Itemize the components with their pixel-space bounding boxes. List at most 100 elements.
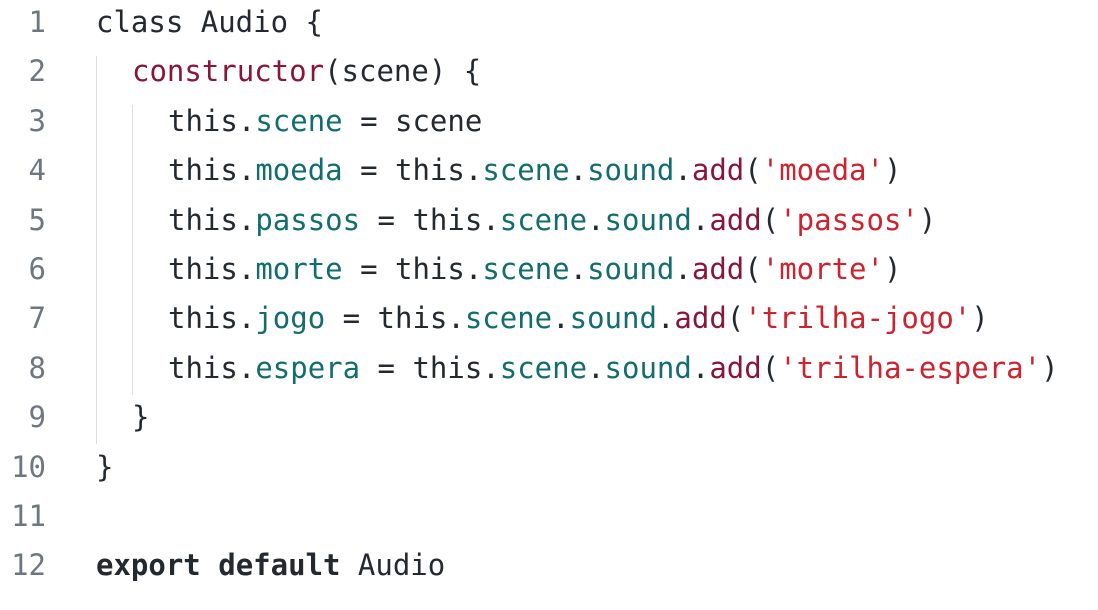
code-token-prop: scene <box>255 103 343 138</box>
line-number: 12 <box>11 548 46 583</box>
code-token-prop: morte <box>255 252 343 286</box>
code-token-plain: ( <box>744 252 762 286</box>
code-token-plain: ( <box>761 202 780 237</box>
code-token-plain: . <box>587 202 605 237</box>
code-token-prop: scene <box>464 301 553 336</box>
code-text: } <box>132 393 149 442</box>
code-token-plain: this. <box>168 350 256 385</box>
code-line[interactable]: 9} <box>0 393 1098 442</box>
code-token-meth: add <box>691 153 745 188</box>
code-text: class Audio { <box>96 0 323 47</box>
code-token-plain: . <box>691 350 710 385</box>
code-token-plain: class Audio { <box>96 5 323 39</box>
code-token-plain: = this. <box>342 153 483 188</box>
line-number: 7 <box>28 301 46 336</box>
code-token-plain: ) <box>1041 350 1059 385</box>
code-token-plain: ) <box>883 153 902 188</box>
code-token-prop: scene <box>482 252 570 286</box>
code-text: this.morte = this.scene.sound.add('morte… <box>168 245 901 294</box>
code-text: constructor(scene) { <box>132 47 481 96</box>
code-token-plain: ( <box>744 153 762 188</box>
line-number: 10 <box>11 449 46 484</box>
code-token-plain: this. <box>168 301 256 336</box>
code-token-plain: . <box>674 153 692 188</box>
code-token-prop: scene <box>482 153 570 188</box>
code-line[interactable]: 2 constructor(scene) { <box>0 47 1098 96</box>
code-token-plain: ) <box>918 202 937 237</box>
code-token-ctor: constructor <box>132 54 325 89</box>
code-token-plain: = this. <box>360 350 500 385</box>
code-token-plain: = this. <box>342 252 483 286</box>
code-line[interactable]: 3 this.scene = scene <box>0 97 1098 146</box>
code-line[interactable]: 1 class Audio { <box>0 0 1098 47</box>
code-token-plain: . <box>691 202 710 237</box>
code-token-plain: = this. <box>325 301 465 336</box>
code-token-plain: } <box>132 400 150 435</box>
code-line[interactable]: 5 this.passos = this.scene.sound.add('pas… <box>0 196 1098 245</box>
line-number: 9 <box>28 400 46 435</box>
code-token-prop: sound <box>569 301 657 336</box>
code-token-prop: sound <box>604 202 692 237</box>
code-token-prop: espera <box>255 350 361 385</box>
line-number: 4 <box>28 153 46 188</box>
code-token-plain: ) <box>971 301 989 336</box>
code-token-plain: (scene) { <box>324 54 482 89</box>
code-token-plain: this. <box>168 103 256 138</box>
line-number: 3 <box>28 103 46 138</box>
code-text: this.espera = this.scene.sound.add('tril… <box>168 344 1059 393</box>
code-text: this.scene = scene <box>168 97 482 146</box>
code-token-kw: default <box>218 548 341 583</box>
code-line[interactable]: 8 this.espera = this.scene.sound.add('tri… <box>0 344 1098 393</box>
code-token-plain: this. <box>168 202 256 237</box>
code-token-str: 'passos' <box>779 202 919 237</box>
code-token-plain: } <box>96 449 114 484</box>
code-line[interactable]: 7 this.jogo = this.scene.sound.add('trilh… <box>0 294 1098 343</box>
code-token-prop: sound <box>604 350 692 385</box>
code-token-kw: export <box>96 548 201 583</box>
code-token-prop: scene <box>499 202 588 237</box>
line-number: 11 <box>11 499 46 533</box>
code-token-plain: . <box>656 301 675 336</box>
code-token-prop: moeda <box>255 153 343 188</box>
line-number: 8 <box>28 350 46 385</box>
code-token-plain: . <box>569 153 588 188</box>
code-token-prop: scene <box>499 350 588 385</box>
code-token-prop: sound <box>587 252 675 286</box>
code-token-plain: this. <box>168 252 256 286</box>
code-token-meth: add <box>674 301 727 336</box>
code-token-meth: add <box>691 252 745 286</box>
code-token-str: 'moeda' <box>761 153 884 188</box>
code-token-plain: ) <box>883 252 902 286</box>
code-token-plain: . <box>587 350 605 385</box>
code-token-plain: this. <box>168 153 256 188</box>
code-token-meth: add <box>709 350 762 385</box>
line-number: 6 <box>28 252 46 286</box>
code-token-plain: = scene <box>342 103 483 138</box>
code-token-str: 'trilha-jogo' <box>744 301 972 336</box>
code-editor[interactable]: 1 class Audio { 2 constructor(scene) { 3 this… <box>0 0 1098 610</box>
code-token-prop: sound <box>587 153 675 188</box>
code-line[interactable]: 11 <box>0 492 1098 541</box>
line-number: 1 <box>28 5 46 39</box>
code-token-prop: passos <box>255 202 361 237</box>
code-token-plain: . <box>674 252 692 286</box>
code-text: export default Audio <box>96 541 445 590</box>
code-token-plain: Audio <box>340 548 446 583</box>
code-text: this.jogo = this.scene.sound.add('trilha… <box>168 294 989 343</box>
code-line[interactable]: 12 export default Audio <box>0 541 1098 590</box>
code-text: this.passos = this.scene.sound.add('pass… <box>168 196 936 245</box>
code-token-prop: jogo <box>255 301 326 336</box>
code-token-str: 'trilha-espera' <box>779 350 1042 385</box>
code-token-plain: . <box>569 252 588 286</box>
code-token-str: 'morte' <box>761 252 884 286</box>
code-text: } <box>96 443 113 492</box>
code-token-meth: add <box>709 202 762 237</box>
code-token-plain: . <box>552 301 570 336</box>
code-token-plain: ( <box>726 301 745 336</box>
code-line[interactable]: 10} <box>0 443 1098 492</box>
code-token-plain: = this. <box>360 202 500 237</box>
line-number: 5 <box>28 202 46 237</box>
code-line[interactable]: 6 this.morte = this.scene.sound.add('mort… <box>0 245 1098 294</box>
code-line[interactable]: 4 this.moeda = this.scene.sound.add('moed… <box>0 146 1098 195</box>
